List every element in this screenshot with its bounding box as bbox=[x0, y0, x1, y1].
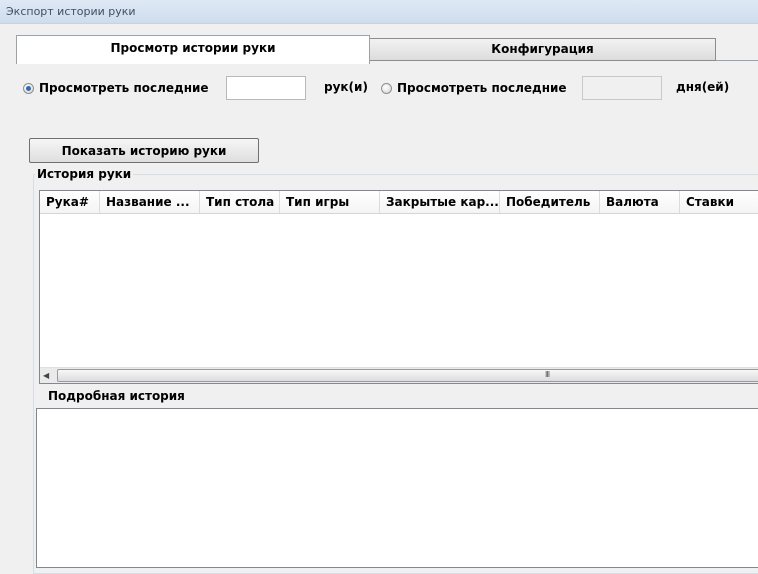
window-title: Экспорт истории руки bbox=[6, 5, 136, 18]
column-header-table-name[interactable]: Название ... bbox=[100, 191, 200, 213]
hands-count-input[interactable] bbox=[226, 76, 306, 100]
horizontal-scrollbar[interactable]: ◀ III bbox=[40, 367, 758, 383]
scrollbar-grip: III bbox=[545, 370, 550, 379]
column-header-hole-cards[interactable]: Закрытые кар... bbox=[380, 191, 500, 213]
show-hand-history-button[interactable]: Показать историю руки bbox=[29, 138, 259, 163]
column-header-table-type[interactable]: Тип стола bbox=[200, 191, 280, 213]
days-unit-label: дня(ей) bbox=[676, 80, 730, 94]
last-days-label: Просмотреть последние bbox=[397, 81, 567, 95]
tab-view-hand-history[interactable]: Просмотр истории руки bbox=[16, 35, 370, 64]
list-header: Рука# Название ... Тип стола Тип игры За… bbox=[40, 191, 758, 214]
hands-unit-label: рук(и) bbox=[324, 80, 368, 94]
radio-last-days[interactable] bbox=[381, 83, 392, 94]
column-header-stakes[interactable]: Ставки bbox=[680, 191, 758, 213]
window-title-bar: Экспорт истории руки bbox=[0, 0, 758, 24]
last-hands-label: Просмотреть последние bbox=[39, 81, 209, 95]
radio-last-hands[interactable] bbox=[23, 83, 34, 94]
column-header-currency[interactable]: Валюта bbox=[600, 191, 680, 213]
column-header-hand-number[interactable]: Рука# bbox=[40, 191, 100, 213]
days-count-input[interactable] bbox=[582, 76, 662, 100]
detailed-history-text[interactable] bbox=[36, 408, 758, 568]
tab-configuration[interactable]: Конфигурация bbox=[369, 38, 716, 61]
scrollbar-thumb[interactable]: III bbox=[57, 369, 758, 382]
scroll-left-arrow-icon[interactable]: ◀ bbox=[43, 371, 49, 380]
detailed-history-title: Подробная история bbox=[48, 389, 185, 403]
hand-history-group-title: История руки bbox=[35, 167, 134, 181]
column-header-winner[interactable]: Победитель bbox=[500, 191, 600, 213]
column-header-game-type[interactable]: Тип игры bbox=[280, 191, 380, 213]
hand-history-list[interactable]: Рука# Название ... Тип стола Тип игры За… bbox=[39, 190, 758, 384]
